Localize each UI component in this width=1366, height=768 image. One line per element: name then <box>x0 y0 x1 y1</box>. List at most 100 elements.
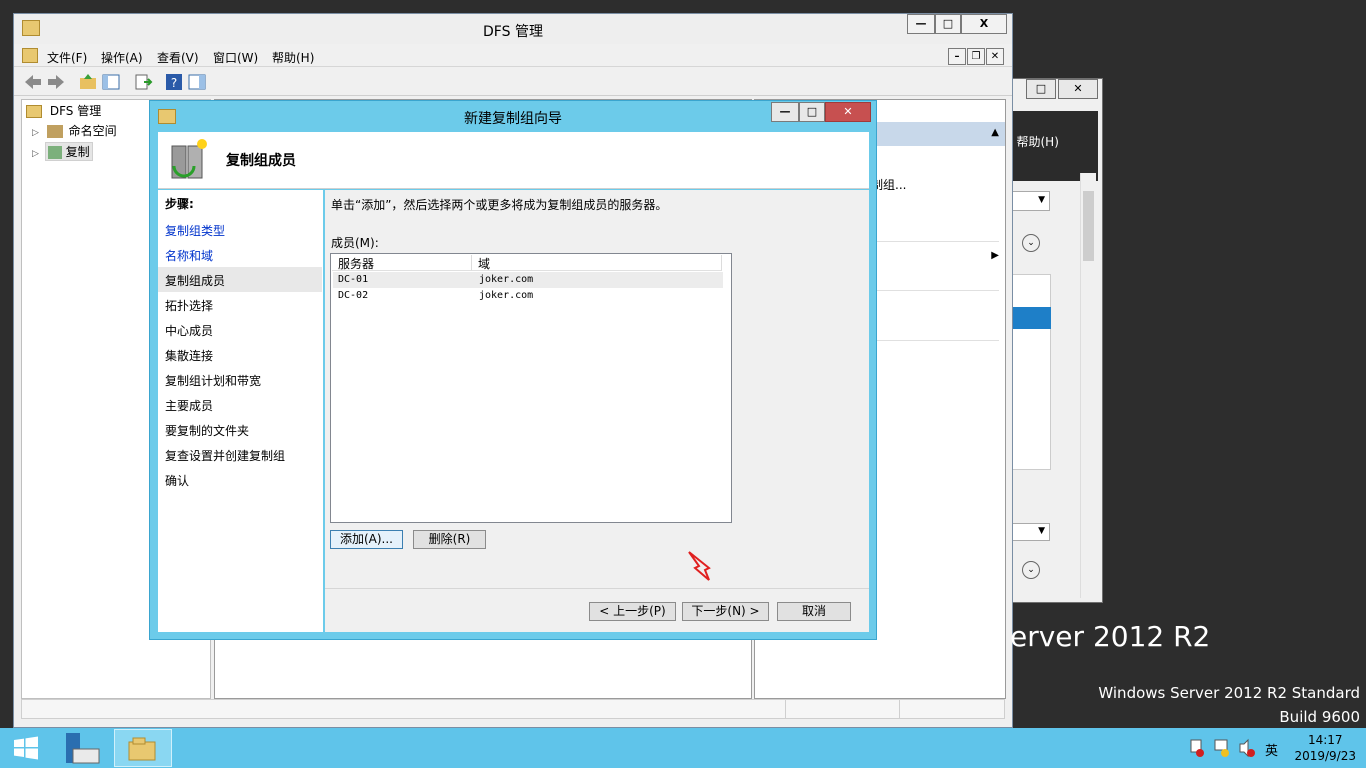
svg-text:?: ? <box>171 76 177 90</box>
divider <box>873 340 999 341</box>
add-button[interactable]: 添加(A)... <box>330 530 403 549</box>
taskbar-dfs-button[interactable] <box>114 729 172 767</box>
clock[interactable]: 14:17 2019/9/23 <box>1294 732 1356 764</box>
desktop-brand: erver 2012 R2 <box>1010 620 1211 653</box>
tree-item-label: 命名空间 <box>68 124 117 138</box>
server-manager-icon[interactable] <box>55 729 113 767</box>
back-arrow-icon[interactable] <box>23 72 43 92</box>
back-button[interactable]: < 上一步(P) <box>589 602 676 621</box>
step-confirmation: 确认 <box>165 474 190 488</box>
expand-arrow-icon[interactable]: ▷ <box>32 149 39 159</box>
forward-arrow-icon[interactable] <box>46 72 66 92</box>
bg-selected-row[interactable] <box>1007 307 1051 329</box>
maximize-button[interactable]: □ <box>935 14 961 34</box>
show-hide-console-tree-icon[interactable] <box>101 72 121 92</box>
minimize-button[interactable]: — <box>907 14 935 34</box>
step-schedule-bandwidth: 复制组计划和带宽 <box>165 374 262 388</box>
remove-button[interactable]: 删除(R) <box>413 530 486 549</box>
ime-indicator[interactable]: 英 <box>1265 740 1278 759</box>
action-center-flag-icon[interactable] <box>1187 728 1205 768</box>
step-replication-group-type[interactable]: 复制组类型 <box>165 222 225 239</box>
button-separator <box>325 588 869 589</box>
child-minimize-button[interactable]: – <box>948 48 966 65</box>
step-members: 复制组成员 <box>165 274 226 288</box>
scrollbar-thumb[interactable] <box>1083 191 1094 261</box>
expand-circle-icon[interactable]: ⌄ <box>1022 561 1040 579</box>
step-review: 复查设置并创建复制组 <box>165 449 286 463</box>
table-row[interactable]: DC-02 joker.com <box>333 288 723 304</box>
divider <box>873 290 999 291</box>
tree-item-replication[interactable]: ▷ 复制 <box>32 142 93 161</box>
cell-domain: joker.com <box>479 274 534 285</box>
close-button[interactable]: X <box>961 14 1007 34</box>
next-button[interactable]: 下一步(N) > <box>682 602 769 621</box>
menu-view[interactable]: 查看(V) <box>157 49 199 66</box>
show-action-pane-icon[interactable] <box>187 72 207 92</box>
cancel-button[interactable]: 取消 <box>777 602 851 621</box>
status-divider <box>785 700 786 718</box>
red-arrow-annotation-icon <box>688 551 711 581</box>
tree-root-label: DFS 管理 <box>49 104 102 118</box>
step-primary-member: 主要成员 <box>165 399 214 413</box>
title-bar: DFS 管理 — □ X <box>14 14 1012 44</box>
wizard-steps-panel: 步骤: 复制组类型 名称和域 复制组成员 拓扑选择 中心成员 集散连接 复制组计… <box>158 190 323 632</box>
wizard-close-button[interactable]: ✕ <box>825 102 871 122</box>
steps-heading: 步骤: <box>165 197 194 211</box>
bg-dark-header: ) 帮助(H) <box>1006 111 1098 181</box>
desktop-edition: Windows Server 2012 R2 Standard <box>1098 684 1360 702</box>
wizard-header: 复制组成员 <box>158 132 869 189</box>
tree-root[interactable]: DFS 管理 <box>26 102 101 119</box>
replication-icon <box>47 146 62 159</box>
up-folder-icon[interactable] <box>78 72 98 92</box>
divider <box>873 241 999 242</box>
step-topology: 拓扑选择 <box>165 299 214 313</box>
chevron-down-icon: ▼ <box>1038 195 1045 205</box>
menu-window[interactable]: 窗口(W) <box>213 49 258 66</box>
toolbar: ? <box>14 68 1012 96</box>
child-restore-button[interactable]: ❐ <box>967 48 985 65</box>
expand-circle-icon[interactable]: ⌄ <box>1022 234 1040 252</box>
server-replication-icon <box>171 139 207 179</box>
members-list[interactable]: 服务器 域 DC-01 joker.com DC-02 joker.com <box>330 253 732 523</box>
step-hub-spoke-connections: 集散连接 <box>165 349 214 363</box>
instruction-text: 单击“添加”，然后选择两个或更多将成为复制组成员的服务器。 <box>331 198 668 212</box>
step-name-and-domain[interactable]: 名称和域 <box>165 247 213 264</box>
expand-arrow-icon[interactable]: ▷ <box>32 128 39 138</box>
cell-server: DC-01 <box>338 274 369 285</box>
step-folders: 要复制的文件夹 <box>165 424 250 438</box>
wizard-page-title: 复制组成员 <box>226 153 296 169</box>
bg-scrollbar[interactable] <box>1080 173 1096 598</box>
step-hub-members: 中心成员 <box>165 324 214 338</box>
network-icon[interactable] <box>1212 728 1230 768</box>
volume-muted-icon[interactable] <box>1237 728 1255 768</box>
bg-close-button[interactable]: ✕ <box>1058 79 1098 99</box>
help-icon[interactable]: ? <box>164 72 184 92</box>
table-row[interactable]: DC-01 joker.com <box>333 272 723 288</box>
submenu-arrow-icon[interactable]: ▶ <box>991 250 999 261</box>
tree-item-namespaces[interactable]: ▷ 命名空间 <box>32 122 117 139</box>
mmc-icon <box>22 48 38 63</box>
bg-menu-help[interactable]: ) 帮助(H) <box>1008 133 1059 150</box>
chevron-down-icon: ▼ <box>1038 526 1045 536</box>
selected-node[interactable]: 复制 <box>44 142 93 161</box>
namespace-icon <box>46 125 63 138</box>
menu-bar: 文件(F) 操作(A) 查看(V) 窗口(W) 帮助(H) – ❐ ✕ <box>14 45 1012 67</box>
child-close-button[interactable]: ✕ <box>986 48 1004 65</box>
menu-file[interactable]: 文件(F) <box>47 49 87 66</box>
cell-server: DC-02 <box>338 290 369 301</box>
export-list-icon[interactable] <box>133 72 153 92</box>
wizard-title: 新建复制组向导 <box>464 111 562 127</box>
start-windows-icon[interactable] <box>0 729 58 767</box>
column-header-server[interactable]: 服务器 <box>332 255 472 271</box>
collapse-up-icon[interactable]: ▲ <box>991 127 999 138</box>
dfs-folder-icon <box>128 737 156 761</box>
wizard-minimize-button[interactable]: — <box>771 102 799 122</box>
dfs-root-icon <box>26 105 42 118</box>
column-header-domain[interactable]: 域 <box>472 255 722 271</box>
tree-item-label: 复制 <box>65 145 90 159</box>
bg-maximize-button[interactable]: □ <box>1026 79 1056 99</box>
menu-help[interactable]: 帮助(H) <box>272 49 314 66</box>
window-title: DFS 管理 <box>483 24 543 40</box>
wizard-maximize-button[interactable]: □ <box>799 102 825 122</box>
menu-action[interactable]: 操作(A) <box>101 49 143 66</box>
